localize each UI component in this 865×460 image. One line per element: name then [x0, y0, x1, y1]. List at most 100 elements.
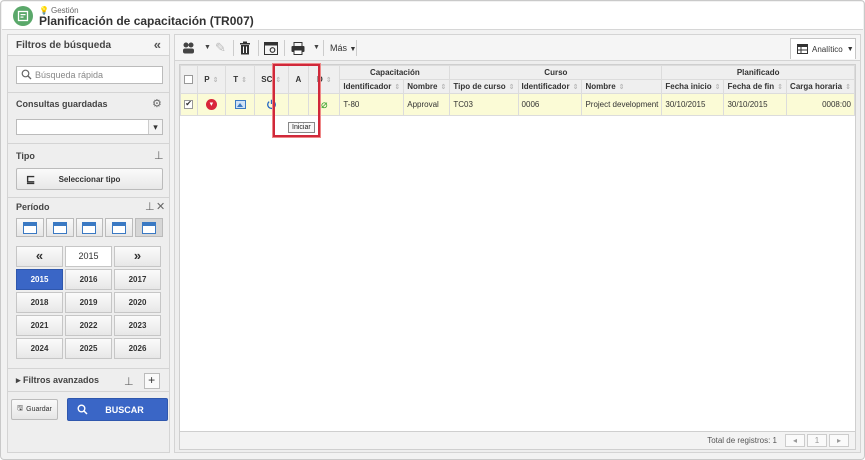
column-header-a[interactable]: A	[287, 65, 310, 94]
add-user-icon[interactable]	[182, 40, 196, 56]
year-cell[interactable]: 2025	[65, 338, 112, 359]
view-mode-dropdown[interactable]: Analítico ▼	[790, 38, 856, 59]
quick-search-input[interactable]: Búsqueda rápida	[16, 66, 163, 84]
pagination: ◂ 1 ▸	[785, 434, 849, 447]
quick-search-placeholder: Búsqueda rápida	[35, 70, 104, 80]
column-header-course-id[interactable]: Identificador ⇕	[517, 79, 583, 94]
year-cell[interactable]: 2019	[65, 292, 112, 313]
chevron-down-icon[interactable]: ▼	[313, 44, 320, 51]
column-label: Fecha de fin	[727, 82, 775, 91]
select-all-checkbox[interactable]	[184, 75, 194, 85]
trash-icon[interactable]	[239, 40, 251, 56]
chevron-down-icon[interactable]: ▼	[204, 44, 211, 51]
attachment-cell[interactable]: ⌀	[308, 93, 341, 116]
top-bar: 💡 Gestión Planificación de capacitación …	[2, 2, 863, 30]
calendar-icon	[52, 221, 67, 234]
tooltip: Iniciar	[288, 122, 315, 133]
row-checkbox[interactable]	[184, 99, 194, 110]
period-quarter-button[interactable]	[105, 218, 134, 237]
more-menu[interactable]: Más ▼	[330, 43, 356, 53]
add-filter-button[interactable]: +	[143, 373, 160, 389]
sort-icon: ⇕	[241, 77, 248, 84]
period-year-button[interactable]	[135, 218, 163, 237]
previous-page-button[interactable]: ◂	[785, 434, 805, 447]
sort-icon: ⇕	[618, 84, 625, 91]
chevron-down-icon: ▼	[846, 45, 854, 53]
table-row[interactable]: ▾ ⌀ T-80 Approval TC03 0006 Project deve…	[180, 93, 855, 116]
collapse-icon[interactable]: «	[154, 37, 161, 52]
column-label: Carga horaria	[790, 82, 843, 91]
year-cell[interactable]: 2022	[65, 315, 112, 336]
page-number[interactable]: 1	[807, 434, 827, 447]
training-app-icon	[13, 6, 33, 26]
search-button[interactable]: BUSCAR	[67, 398, 168, 421]
gear-icon[interactable]: ⚙	[152, 97, 162, 110]
saved-queries-select[interactable]: ▾	[16, 119, 163, 135]
period-label: Período	[16, 202, 50, 212]
group-header-curso: Curso	[449, 65, 663, 80]
column-header-training-id[interactable]: Identificador ⇕	[339, 79, 405, 94]
calendar-icon	[112, 221, 127, 234]
clear-filter-icon[interactable]: ⊥	[154, 149, 164, 162]
year-cell[interactable]: 2024	[16, 338, 63, 359]
select-type-button[interactable]: ⊑ Seleccionar tipo	[16, 168, 163, 190]
period-week-button[interactable]	[45, 218, 74, 237]
image-icon	[234, 100, 246, 110]
a-cell	[287, 93, 310, 116]
paperclip-icon[interactable]: ⌀	[321, 98, 328, 111]
power-icon[interactable]	[266, 99, 277, 110]
sort-icon: ⇕	[714, 84, 721, 91]
column-header-d[interactable]: D ⇕	[308, 65, 341, 94]
divider	[8, 92, 169, 93]
main-panel: ▼ ✎ ▼ Más ▼ Analítico ▼ P ⇕ T ⇕ SC ⇕ A D…	[174, 34, 861, 453]
period-month-button[interactable]	[75, 218, 104, 237]
divider	[284, 40, 285, 56]
row-select-cell[interactable]	[180, 93, 198, 116]
sort-icon: ⇕	[394, 84, 401, 91]
year-cell[interactable]: 2016	[65, 269, 112, 290]
calendar-icon	[142, 221, 157, 234]
column-header-start-date[interactable]: Fecha inicio ⇕	[661, 79, 725, 94]
print-icon[interactable]	[291, 40, 305, 56]
view-record-icon[interactable]	[264, 40, 278, 56]
column-label: Identificador	[343, 82, 392, 91]
period-type-selector	[16, 218, 163, 237]
advanced-filters-toggle[interactable]: ▸ Filtros avanzados	[16, 375, 99, 386]
close-icon[interactable]: ✕	[156, 200, 165, 213]
clear-filter-icon[interactable]: ⊥	[145, 200, 155, 213]
course-type-cell[interactable]: TC03	[449, 93, 519, 116]
column-header-p[interactable]: P ⇕	[196, 65, 227, 94]
period-day-button[interactable]	[16, 218, 44, 237]
select-all-header[interactable]	[180, 65, 198, 94]
year-cell[interactable]: 2021	[16, 315, 63, 336]
clear-filter-icon[interactable]: ⊥	[124, 375, 134, 388]
column-header-end-date[interactable]: Fecha de fin ⇕	[723, 79, 788, 94]
previous-years-button[interactable]: «	[16, 246, 63, 267]
column-header-course-name[interactable]: Nombre ⇕	[581, 79, 663, 94]
status-cell[interactable]	[253, 93, 289, 116]
divider	[356, 40, 357, 56]
divider	[8, 391, 169, 392]
year-cell[interactable]: 2023	[114, 315, 161, 336]
column-header-training-name[interactable]: Nombre ⇕	[403, 79, 451, 94]
edit-icon[interactable]: ✎	[215, 40, 226, 56]
workload-cell: 0008:00	[786, 93, 855, 116]
year-cell[interactable]: 2026	[114, 338, 161, 359]
next-years-button[interactable]: »	[114, 246, 161, 267]
column-label: Nombre	[585, 82, 616, 91]
column-label: A	[295, 75, 302, 84]
year-cell[interactable]: 2020	[114, 292, 161, 313]
column-header-t[interactable]: T ⇕	[225, 65, 255, 94]
save-button[interactable]: 🖫 Guardar	[11, 399, 58, 420]
divider	[258, 40, 259, 56]
year-cell[interactable]: 2015	[16, 269, 63, 290]
column-header-workload[interactable]: Carga horaria ⇕	[786, 79, 855, 94]
next-page-button[interactable]: ▸	[829, 434, 849, 447]
year-cell[interactable]: 2018	[16, 292, 63, 313]
save-label: Guardar	[26, 406, 52, 413]
chevron-down-icon: ▾	[148, 120, 162, 134]
column-header-sc[interactable]: SC ⇕	[253, 65, 289, 94]
start-date-cell: 30/10/2015	[661, 93, 725, 116]
year-cell[interactable]: 2017	[114, 269, 161, 290]
column-header-course-type[interactable]: Tipo de curso ⇕	[449, 79, 519, 94]
